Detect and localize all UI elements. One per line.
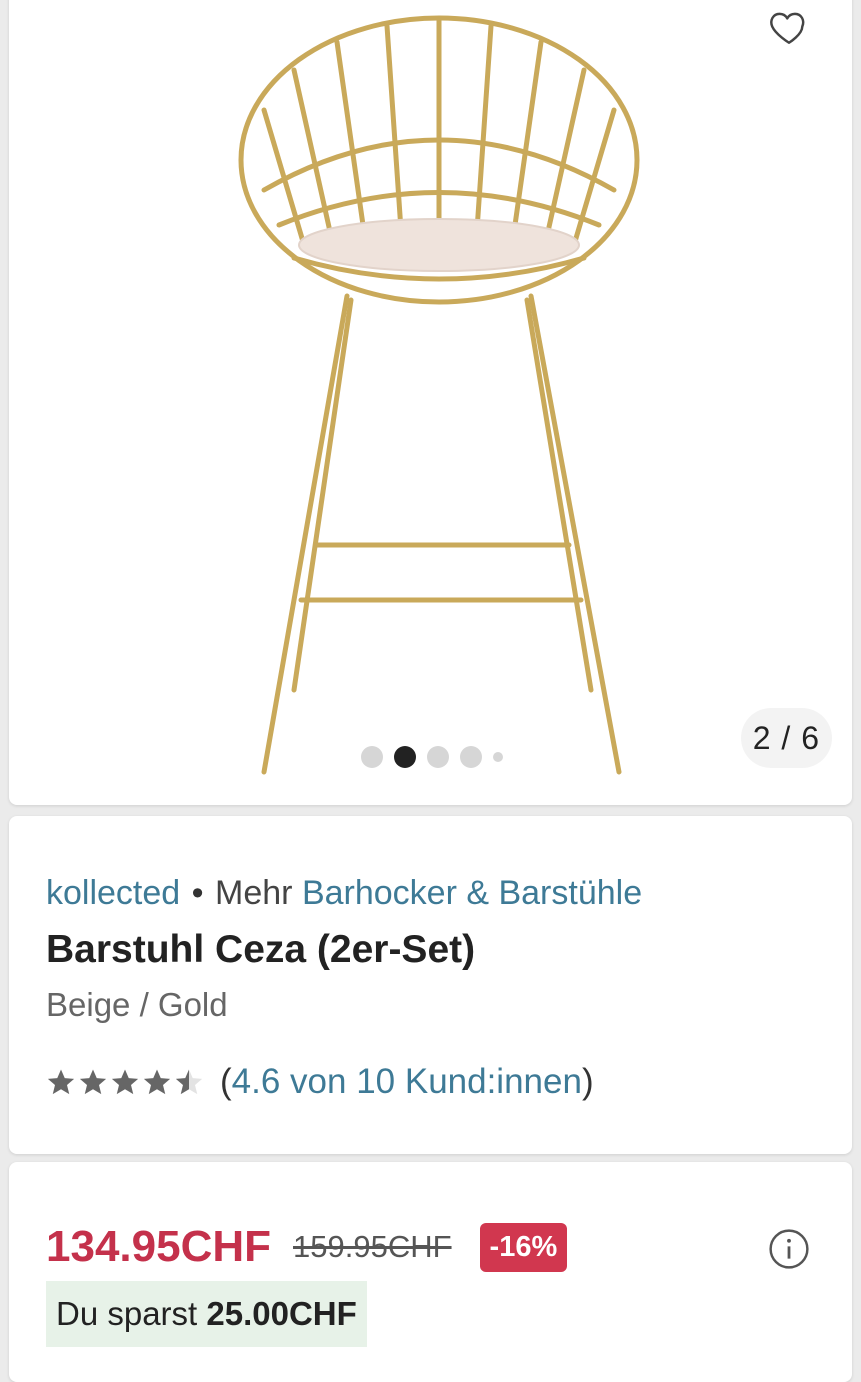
current-price: 134.95CHF bbox=[46, 1222, 272, 1271]
discount-badge: -16% bbox=[479, 1222, 568, 1272]
star-icon bbox=[111, 1069, 139, 1095]
original-price: 159.95CHF bbox=[293, 1229, 452, 1264]
reviews-link[interactable]: (4.6 von 10 Kund:innen) bbox=[220, 1062, 594, 1102]
star-half-icon bbox=[175, 1069, 203, 1095]
gallery-dot-active[interactable] bbox=[394, 746, 416, 768]
brand-link[interactable]: kollected bbox=[46, 874, 180, 912]
breadcrumb: kollected • Mehr Barhocker & Barstühle bbox=[46, 874, 642, 913]
category-link[interactable]: Barhocker & Barstühle bbox=[302, 874, 642, 912]
gallery-dot[interactable] bbox=[460, 746, 482, 768]
breadcrumb-separator: • bbox=[191, 874, 204, 912]
product-gallery[interactable]: 2 / 6 bbox=[9, 0, 852, 805]
product-title: Barstuhl Ceza (2er-Set) bbox=[46, 928, 476, 971]
gallery-dot[interactable] bbox=[493, 752, 503, 762]
savings-amount: 25.00CHF bbox=[206, 1295, 357, 1332]
product-info-card: kollected • Mehr Barhocker & Barstühle B… bbox=[9, 816, 852, 1154]
gallery-pagination[interactable] bbox=[361, 746, 503, 768]
star-icon bbox=[143, 1069, 171, 1095]
star-icon bbox=[47, 1069, 75, 1095]
product-variant: Beige / Gold bbox=[46, 986, 228, 1023]
gallery-dot[interactable] bbox=[361, 746, 383, 768]
star-icon bbox=[79, 1069, 107, 1095]
product-image[interactable] bbox=[209, 0, 669, 790]
more-label: Mehr bbox=[215, 874, 302, 912]
rating-text[interactable]: 4.6 von 10 Kund:innen bbox=[232, 1062, 582, 1101]
price-row: 134.95CHF 159.95CHF -16% bbox=[46, 1222, 568, 1272]
star-rating bbox=[46, 1067, 204, 1097]
info-icon[interactable] bbox=[768, 1228, 810, 1270]
paren-close: ) bbox=[581, 1062, 594, 1101]
gallery-dot[interactable] bbox=[427, 746, 449, 768]
paren-open: ( bbox=[220, 1062, 232, 1101]
heart-icon[interactable] bbox=[766, 6, 812, 48]
image-counter: 2 / 6 bbox=[740, 708, 832, 768]
savings-banner: Du sparst 25.00CHF bbox=[46, 1281, 367, 1347]
price-card: 134.95CHF 159.95CHF -16% Du sparst 25.00… bbox=[9, 1162, 852, 1382]
savings-label: Du sparst bbox=[56, 1295, 207, 1332]
rating-row: (4.6 von 10 Kund:innen) bbox=[46, 1062, 594, 1102]
